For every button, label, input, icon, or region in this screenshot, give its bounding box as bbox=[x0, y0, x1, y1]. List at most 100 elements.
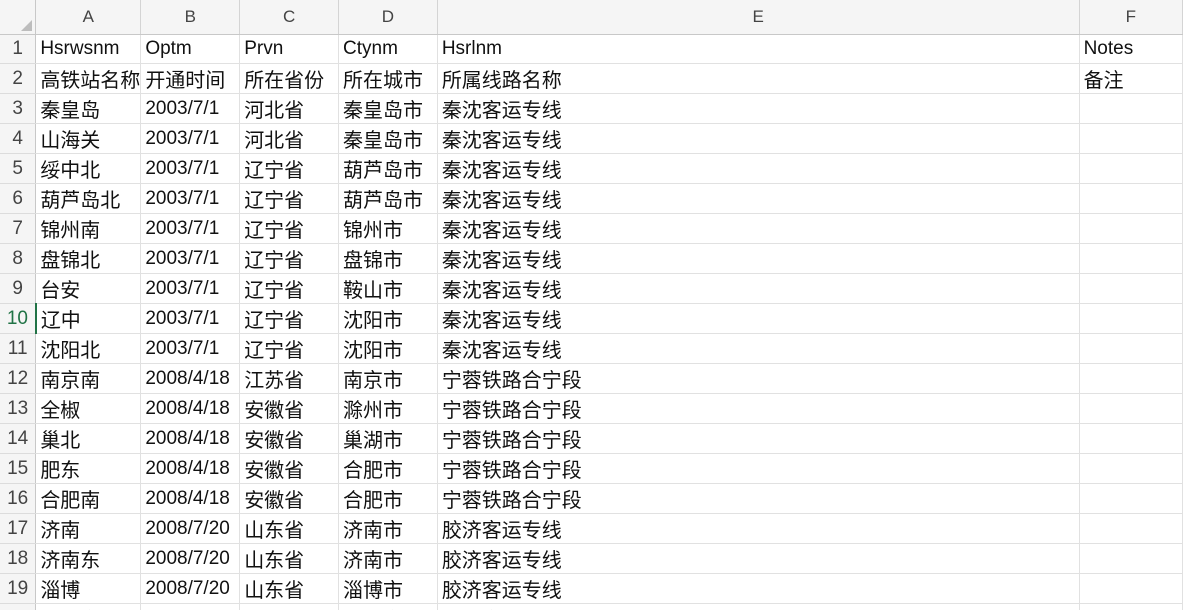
cell-c20[interactable]: 山东省 bbox=[239, 603, 339, 610]
cell-e18[interactable]: 胶济客运专线 bbox=[437, 543, 1080, 574]
row-header[interactable]: 7 bbox=[0, 213, 37, 244]
cell-d12[interactable]: 南京市 bbox=[338, 363, 438, 394]
cell-c2[interactable]: 所在省份 bbox=[239, 63, 339, 94]
row-header[interactable]: 10 bbox=[0, 303, 37, 334]
cell-e3[interactable]: 秦沈客运专线 bbox=[437, 93, 1080, 124]
spreadsheet-grid[interactable]: A B C D E F 1 Hsrwsnm Optm Prvn Ctynm Hsrlnm N… bbox=[0, 0, 1183, 610]
cell-a16[interactable]: 合肥南 bbox=[35, 483, 142, 514]
cell-d9[interactable]: 鞍山市 bbox=[338, 273, 438, 304]
cell-d20[interactable]: 潍坊市 bbox=[338, 603, 438, 610]
cell-d2[interactable]: 所在城市 bbox=[338, 63, 438, 94]
cell-f6[interactable] bbox=[1079, 183, 1183, 214]
cell-e4[interactable]: 秦沈客运专线 bbox=[437, 123, 1080, 154]
cell-a19[interactable]: 淄博 bbox=[35, 573, 142, 604]
cell-e13[interactable]: 宁蓉铁路合宁段 bbox=[437, 393, 1080, 424]
cell-b16[interactable]: 2008/4/18 bbox=[140, 483, 241, 514]
cell-d17[interactable]: 济南市 bbox=[338, 513, 438, 544]
cell-b2[interactable]: 开通时间 bbox=[140, 63, 241, 94]
cell-f11[interactable] bbox=[1079, 333, 1183, 364]
cell-b20[interactable]: 2008/7/20 bbox=[140, 603, 241, 610]
cell-d6[interactable]: 葫芦岛市 bbox=[338, 183, 438, 214]
row-header[interactable]: 2 bbox=[0, 63, 37, 94]
cell-a2[interactable]: 高铁站名称 bbox=[35, 63, 142, 94]
cell-c16[interactable]: 安徽省 bbox=[239, 483, 339, 514]
cell-e7[interactable]: 秦沈客运专线 bbox=[437, 213, 1080, 244]
cell-c3[interactable]: 河北省 bbox=[239, 93, 339, 124]
cell-c17[interactable]: 山东省 bbox=[239, 513, 339, 544]
row-header[interactable]: 15 bbox=[0, 453, 37, 484]
cell-c6[interactable]: 辽宁省 bbox=[239, 183, 339, 214]
cell-c7[interactable]: 辽宁省 bbox=[239, 213, 339, 244]
cell-c19[interactable]: 山东省 bbox=[239, 573, 339, 604]
cell-b4[interactable]: 2003/7/1 bbox=[140, 123, 241, 154]
cell-b15[interactable]: 2008/4/18 bbox=[140, 453, 241, 484]
cell-e9[interactable]: 秦沈客运专线 bbox=[437, 273, 1080, 304]
cell-d16[interactable]: 合肥市 bbox=[338, 483, 438, 514]
row-header[interactable]: 4 bbox=[0, 123, 37, 154]
row-header[interactable]: 8 bbox=[0, 243, 37, 274]
cell-c5[interactable]: 辽宁省 bbox=[239, 153, 339, 184]
cell-c13[interactable]: 安徽省 bbox=[239, 393, 339, 424]
cell-c1[interactable]: Prvn bbox=[239, 34, 339, 64]
row-header[interactable]: 20 bbox=[0, 603, 37, 610]
cell-d13[interactable]: 滁州市 bbox=[338, 393, 438, 424]
cell-e15[interactable]: 宁蓉铁路合宁段 bbox=[437, 453, 1080, 484]
cell-b12[interactable]: 2008/4/18 bbox=[140, 363, 241, 394]
cell-f7[interactable] bbox=[1079, 213, 1183, 244]
column-header-a[interactable]: A bbox=[35, 0, 142, 35]
cell-a18[interactable]: 济南东 bbox=[35, 543, 142, 574]
cell-c9[interactable]: 辽宁省 bbox=[239, 273, 339, 304]
column-header-b[interactable]: B bbox=[140, 0, 241, 35]
row-header[interactable]: 1 bbox=[0, 34, 37, 64]
cell-a13[interactable]: 全椒 bbox=[35, 393, 142, 424]
cell-b17[interactable]: 2008/7/20 bbox=[140, 513, 241, 544]
select-all-corner[interactable] bbox=[0, 0, 37, 35]
cell-b10[interactable]: 2003/7/1 bbox=[140, 303, 241, 334]
row-header[interactable]: 16 bbox=[0, 483, 37, 514]
cell-f13[interactable] bbox=[1079, 393, 1183, 424]
cell-e16[interactable]: 宁蓉铁路合宁段 bbox=[437, 483, 1080, 514]
cell-d4[interactable]: 秦皇岛市 bbox=[338, 123, 438, 154]
cell-f1[interactable]: Notes bbox=[1079, 34, 1183, 64]
cell-c10[interactable]: 辽宁省 bbox=[239, 303, 339, 334]
cell-b7[interactable]: 2003/7/1 bbox=[140, 213, 241, 244]
cell-a1[interactable]: Hsrwsnm bbox=[35, 34, 142, 64]
cell-f15[interactable] bbox=[1079, 453, 1183, 484]
column-header-e[interactable]: E bbox=[437, 0, 1080, 35]
cell-a12[interactable]: 南京南 bbox=[35, 363, 142, 394]
row-header[interactable]: 5 bbox=[0, 153, 37, 184]
cell-a6[interactable]: 葫芦岛北 bbox=[35, 183, 142, 214]
cell-b1[interactable]: Optm bbox=[140, 34, 241, 64]
cell-b11[interactable]: 2003/7/1 bbox=[140, 333, 241, 364]
row-header[interactable]: 18 bbox=[0, 543, 37, 574]
cell-c4[interactable]: 河北省 bbox=[239, 123, 339, 154]
cell-f17[interactable] bbox=[1079, 513, 1183, 544]
cell-e12[interactable]: 宁蓉铁路合宁段 bbox=[437, 363, 1080, 394]
cell-f10[interactable] bbox=[1079, 303, 1183, 334]
cell-b8[interactable]: 2003/7/1 bbox=[140, 243, 241, 274]
cell-c14[interactable]: 安徽省 bbox=[239, 423, 339, 454]
cell-b3[interactable]: 2003/7/1 bbox=[140, 93, 241, 124]
row-header[interactable]: 3 bbox=[0, 93, 37, 124]
cell-d14[interactable]: 巢湖市 bbox=[338, 423, 438, 454]
cell-a3[interactable]: 秦皇岛 bbox=[35, 93, 142, 124]
cell-d8[interactable]: 盘锦市 bbox=[338, 243, 438, 274]
cell-b6[interactable]: 2003/7/1 bbox=[140, 183, 241, 214]
cell-e11[interactable]: 秦沈客运专线 bbox=[437, 333, 1080, 364]
cell-f2[interactable]: 备注 bbox=[1079, 63, 1183, 94]
row-header[interactable]: 11 bbox=[0, 333, 37, 364]
cell-c11[interactable]: 辽宁省 bbox=[239, 333, 339, 364]
cell-f19[interactable] bbox=[1079, 573, 1183, 604]
row-header[interactable]: 14 bbox=[0, 423, 37, 454]
row-header[interactable]: 12 bbox=[0, 363, 37, 394]
row-header[interactable]: 9 bbox=[0, 273, 37, 304]
cell-d15[interactable]: 合肥市 bbox=[338, 453, 438, 484]
cell-f14[interactable] bbox=[1079, 423, 1183, 454]
row-header[interactable]: 13 bbox=[0, 393, 37, 424]
cell-a4[interactable]: 山海关 bbox=[35, 123, 142, 154]
cell-a11[interactable]: 沈阳北 bbox=[35, 333, 142, 364]
cell-d19[interactable]: 淄博市 bbox=[338, 573, 438, 604]
cell-a8[interactable]: 盘锦北 bbox=[35, 243, 142, 274]
row-header[interactable]: 6 bbox=[0, 183, 37, 214]
cell-b14[interactable]: 2008/4/18 bbox=[140, 423, 241, 454]
